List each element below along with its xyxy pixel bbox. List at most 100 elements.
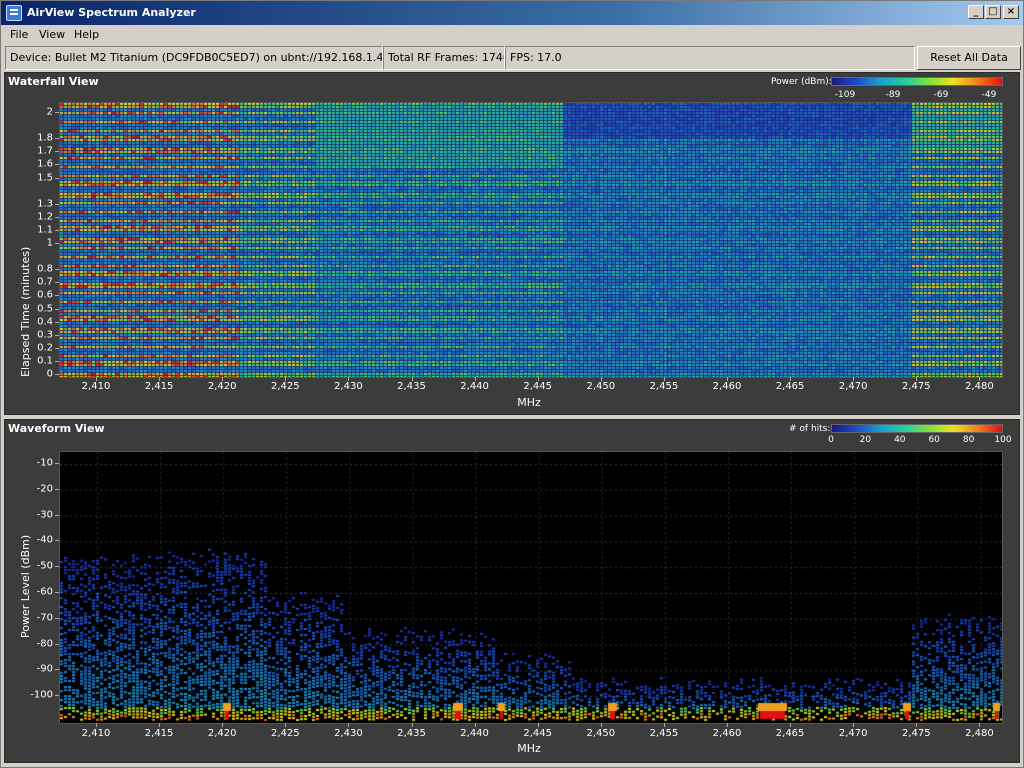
waveform-y-tick-label: -20 (36, 483, 53, 495)
waveform-y-label: Power Level (dBm) (19, 534, 32, 638)
waveform-x-tick-label: 2,465 (775, 728, 805, 739)
minimize-icon[interactable]: _ (968, 5, 984, 19)
waterfall-y-tick-label: 1.2 (37, 211, 53, 223)
waveform-y-tickmark (55, 617, 59, 619)
waterfall-y-tickmark (55, 295, 59, 297)
menu-file[interactable]: File (10, 28, 28, 41)
waveform-y-tickmark (55, 669, 59, 671)
power-legend-tick: -109 (834, 90, 856, 100)
waterfall-y-tick-label: 1.6 (37, 158, 53, 170)
waterfall-plot[interactable] (59, 102, 1003, 378)
waterfall-y-label: Elapsed Time (minutes) (19, 246, 32, 377)
waterfall-x-tick-label: 2,480 (965, 381, 994, 392)
hits-legend-bar (831, 424, 1003, 433)
menu-view[interactable]: View (39, 28, 65, 41)
waterfall-x-label: MHz (517, 396, 541, 409)
waterfall-x-tick-label: 2,455 (649, 381, 679, 392)
waveform-x-tickmark (979, 723, 981, 727)
waterfall-y-tickmark (55, 177, 59, 179)
app-icon (6, 5, 22, 21)
waterfall-x-tick-label: 2,425 (270, 381, 300, 392)
title-bar[interactable]: AirView Spectrum Analyzer _ □ × (1, 1, 1023, 25)
menu-help[interactable]: Help (74, 28, 99, 41)
waveform-x-tickmark (285, 723, 287, 727)
reset-all-data-button[interactable]: Reset All Data (917, 46, 1021, 70)
waterfall-y-tickmark (55, 269, 59, 271)
waveform-x-tick-label: 2,410 (81, 728, 111, 739)
waveform-x-tickmark (663, 723, 665, 727)
waveform-y-tickmark (55, 566, 59, 568)
waterfall-x-tick-label: 2,470 (838, 381, 868, 392)
waterfall-y-tickmark (55, 151, 59, 153)
waterfall-y-tickmark (55, 360, 59, 362)
waveform-x-tickmark (474, 723, 476, 727)
waterfall-y-tickmark (55, 243, 59, 244)
waterfall-title: Waterfall View (8, 75, 99, 88)
waterfall-x-tick-label: 2,430 (334, 381, 363, 392)
waterfall-y-tickmark (55, 203, 59, 205)
waterfall-y-tickmark (55, 229, 59, 231)
waveform-plot[interactable] (59, 451, 1003, 724)
waterfall-panel: Waterfall View Power (dBm): -109 -89 -69 -4… (4, 72, 1020, 415)
waveform-x-tickmark (159, 723, 161, 727)
waterfall-y-tick-label: 1.7 (37, 145, 53, 157)
power-legend-bar (831, 77, 1003, 86)
hits-legend-tick: 60 (928, 435, 940, 445)
menu-bar: File View Help (1, 25, 1023, 44)
waveform-x-tick-label: 2,445 (523, 728, 553, 739)
waterfall-y-tick-label: 1.1 (37, 224, 53, 236)
hits-legend-tick: 80 (962, 435, 975, 445)
waterfall-x-tick-label: 2,465 (775, 381, 805, 392)
waveform-x-tickmark (537, 723, 539, 727)
waveform-x-tickmark (916, 723, 918, 727)
waveform-x-label: MHz (517, 742, 541, 755)
waveform-y-tick-label: -100 (30, 689, 53, 701)
waveform-x-tick-label: 2,470 (838, 728, 868, 739)
waterfall-y-tickmark (55, 347, 59, 349)
close-icon[interactable]: × (1003, 5, 1019, 19)
waveform-x-tickmark (96, 723, 97, 727)
waterfall-y-tickmark (55, 164, 59, 166)
waterfall-x-tick-label: 2,475 (901, 381, 931, 392)
waterfall-x-tick-label: 2,440 (460, 381, 489, 392)
waterfall-x-tick-label: 2,435 (397, 381, 426, 392)
app-window: AirView Spectrum Analyzer _ □ × File Vie… (0, 0, 1024, 768)
waterfall-y-tickmark (55, 321, 59, 323)
waveform-y-tickmark (55, 540, 59, 542)
waveform-x-tick-label: 2,440 (460, 728, 489, 739)
hits-legend-tick: 0 (828, 435, 834, 445)
hits-legend-tick: 100 (994, 435, 1012, 445)
waveform-x-tickmark (727, 723, 728, 727)
waterfall-y-tickmark (55, 138, 59, 140)
waveform-y-tick-label: -30 (36, 509, 53, 521)
waveform-x-tick-label: 2,450 (586, 728, 616, 739)
waveform-panel: Waveform View # of hits: 0 20 40 60 80 100 -1… (4, 419, 1020, 763)
power-legend-label: Power (dBm): (771, 77, 832, 87)
frames-count: Total RF Frames: 1740 (383, 46, 505, 70)
waterfall-x-tick-label: 2,460 (712, 381, 742, 392)
waterfall-y-tickmark (55, 112, 59, 113)
waveform-x-tickmark (348, 723, 350, 727)
waterfall-x-tick-label: 2,415 (144, 381, 174, 392)
status-toolbar: Device: Bullet M2 Titanium (DC9FDB0C5ED7… (5, 46, 1021, 70)
waveform-x-tick-label: 2,415 (144, 728, 174, 739)
waveform-x-tick-label: 2,480 (965, 728, 994, 739)
device-info: Device: Bullet M2 Titanium (DC9FDB0C5ED7… (5, 46, 383, 70)
waterfall-y-tickmark (55, 216, 59, 218)
waveform-x-tick-label: 2,420 (207, 728, 237, 739)
window-title: AirView Spectrum Analyzer (27, 6, 196, 19)
waveform-x-tickmark (222, 723, 224, 727)
waveform-y-tickmark (55, 592, 59, 593)
waveform-x-tick-label: 2,430 (334, 728, 363, 739)
waveform-y-tick-label: -80 (36, 638, 53, 650)
waveform-y-tickmark (55, 643, 59, 645)
waterfall-y-tick-label: 1.3 (37, 198, 53, 210)
hits-legend-label: # of hits: (789, 424, 831, 434)
waterfall-y-tick-label: 2 (46, 106, 53, 118)
waterfall-x-tick-label: 2,420 (207, 381, 237, 392)
maximize-icon[interactable]: □ (985, 5, 1001, 19)
fps-readout: FPS: 17.0 (505, 46, 915, 70)
waveform-x-tick-label: 2,425 (270, 728, 300, 739)
waveform-x-tickmark (790, 723, 792, 727)
power-legend-tick: -89 (885, 90, 901, 100)
